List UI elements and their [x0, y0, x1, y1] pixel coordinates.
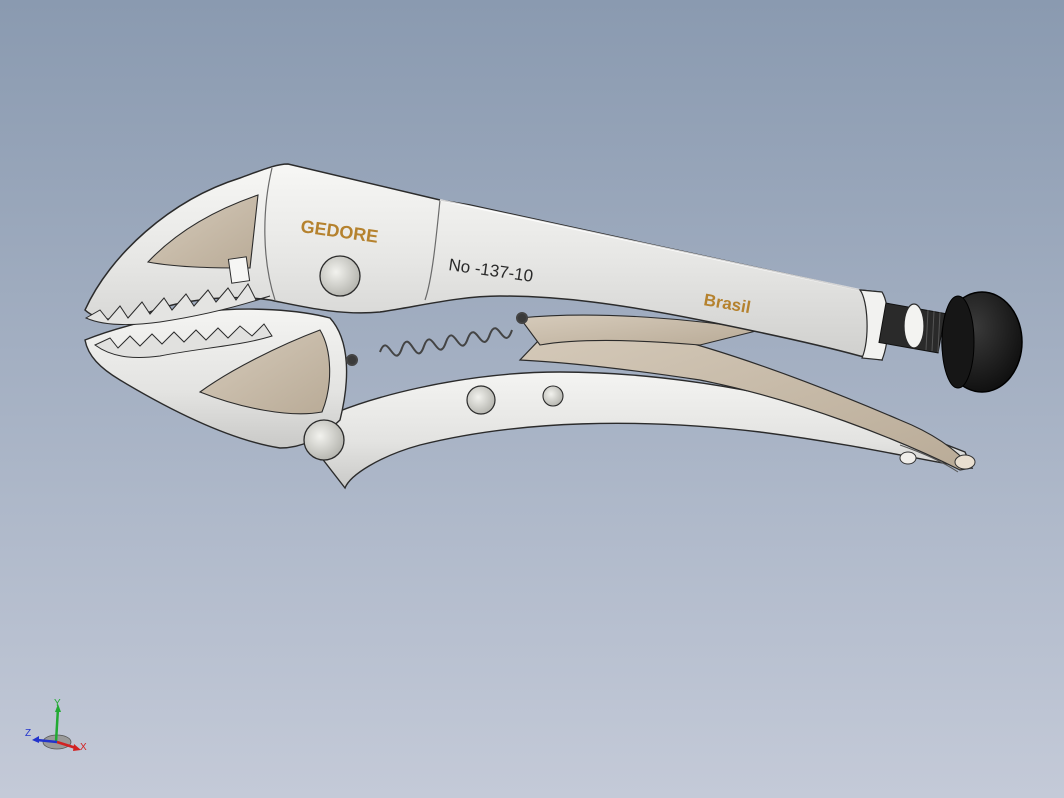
lower-jaw: [84, 308, 348, 449]
z-axis-label: Z: [25, 728, 31, 739]
3d-model-viewport[interactable]: GEDORE No -137-10 Brasil: [0, 0, 1064, 798]
x-axis-label: X: [80, 742, 87, 753]
y-axis-label: Y: [54, 698, 61, 709]
tension-spring: [346, 312, 528, 366]
adjusting-knob[interactable]: [941, 291, 1023, 393]
locking-pliers-model[interactable]: GEDORE No -137-10 Brasil: [0, 0, 1064, 798]
orientation-triad[interactable]: Y X Z: [22, 698, 92, 762]
adjusting-screw: [878, 302, 946, 354]
